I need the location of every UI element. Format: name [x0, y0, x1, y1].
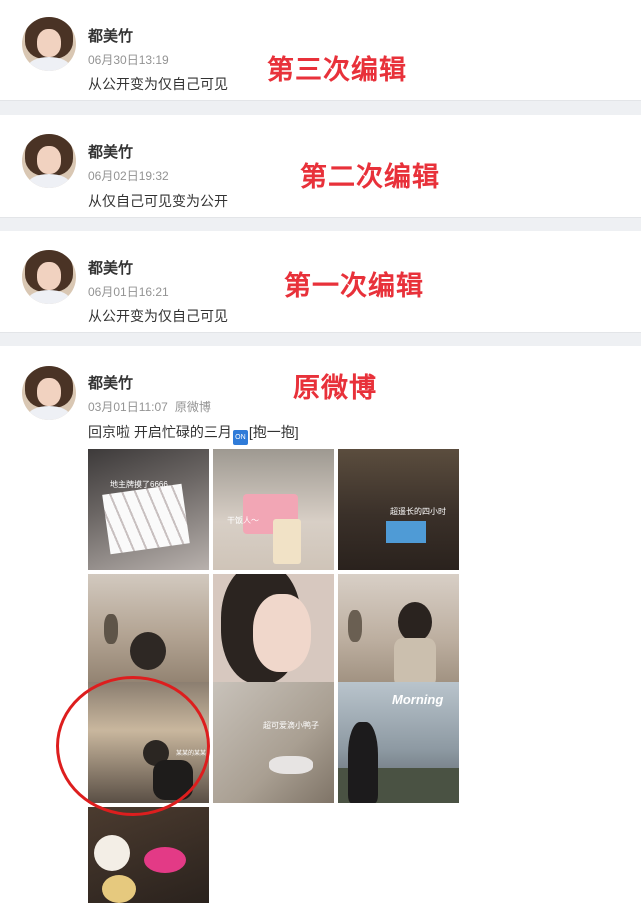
post-card: 都美竹 06月30日13:19 从公开变为仅自己可见 第三次编辑 [0, 0, 641, 100]
post-text: 回京啦 开启忙碌的三月 ON [抱一抱] [88, 422, 299, 445]
food [102, 875, 136, 903]
original-annotation: 原微博 [293, 373, 377, 404]
plate [94, 835, 130, 871]
avatar[interactable] [22, 134, 76, 188]
photo-9[interactable]: Morning [338, 682, 459, 803]
hug-emoji-text: [抱一抱] [248, 424, 299, 440]
post-timestamp: 06月01日16:21 [88, 283, 169, 300]
photo-caption: 地主牌摸了6666 [110, 480, 168, 489]
photo-6[interactable] [338, 574, 459, 695]
photo-caption: 干饭人～ [227, 516, 259, 525]
photo-2[interactable]: 干饭人～ [213, 449, 334, 570]
timestamp[interactable]: 06月01日16:21 [88, 285, 169, 299]
person-silhouette [348, 722, 378, 803]
avatar[interactable] [22, 250, 76, 304]
username[interactable]: 都美竹 [88, 141, 133, 162]
photo-caption: Morning [392, 692, 444, 707]
post-source: 原微博 [174, 400, 211, 414]
cabin-screen [386, 521, 426, 543]
highlight-circle [56, 676, 210, 816]
photo-8[interactable]: 超可爱滴小鸭子 [213, 682, 334, 803]
photo-3[interactable]: 超遥长的四小时 [338, 449, 459, 570]
edit-annotation: 第一次编辑 [284, 271, 424, 302]
post-card: 都美竹 06月02日19:32 从仅自己可见变为公开 第二次编辑 [0, 115, 641, 217]
airplane-window [348, 610, 362, 642]
edit-annotation: 第二次编辑 [300, 162, 440, 193]
airplane-window [104, 614, 118, 644]
juice-box [273, 519, 301, 564]
photo-10[interactable] [88, 807, 209, 903]
post-card: 都美竹 06月01日16:21 从公开变为仅自己可见 第一次编辑 [0, 231, 641, 332]
username[interactable]: 都美竹 [88, 372, 133, 393]
person [398, 602, 432, 642]
post-timestamp: 06月30日13:19 [88, 51, 169, 68]
post-timestamp: 06月02日19:32 [88, 167, 169, 184]
avatar[interactable] [22, 17, 76, 71]
avatar[interactable] [22, 366, 76, 420]
photo-caption: 超可爱滴小鸭子 [263, 721, 319, 730]
post-text: 从公开变为仅自己可见 [88, 76, 228, 92]
face [253, 594, 311, 672]
on-emoji-icon: ON [232, 430, 248, 445]
post-text: 从仅自己可见变为公开 [88, 193, 228, 209]
timestamp[interactable]: 06月30日13:19 [88, 53, 169, 67]
photo-5[interactable] [213, 574, 334, 695]
edit-annotation: 第三次编辑 [267, 55, 407, 86]
balloon [144, 847, 186, 873]
timestamp[interactable]: 03月01日11:07 [88, 400, 168, 414]
photo-1[interactable]: 地主牌摸了6666 [88, 449, 209, 570]
sweater [394, 638, 436, 688]
timestamp[interactable]: 06月02日19:32 [88, 169, 169, 183]
sneaker [269, 756, 313, 774]
username[interactable]: 都美竹 [88, 257, 133, 278]
photo-caption: 超遥长的四小时 [390, 507, 446, 516]
post-text: 从公开变为仅自己可见 [88, 308, 228, 324]
playing-cards [102, 483, 190, 555]
post-text-main: 回京啦 开启忙碌的三月 [88, 424, 232, 440]
username[interactable]: 都美竹 [88, 25, 133, 46]
post-meta: 03月01日11:07 原微博 [88, 398, 211, 415]
person [130, 632, 166, 670]
